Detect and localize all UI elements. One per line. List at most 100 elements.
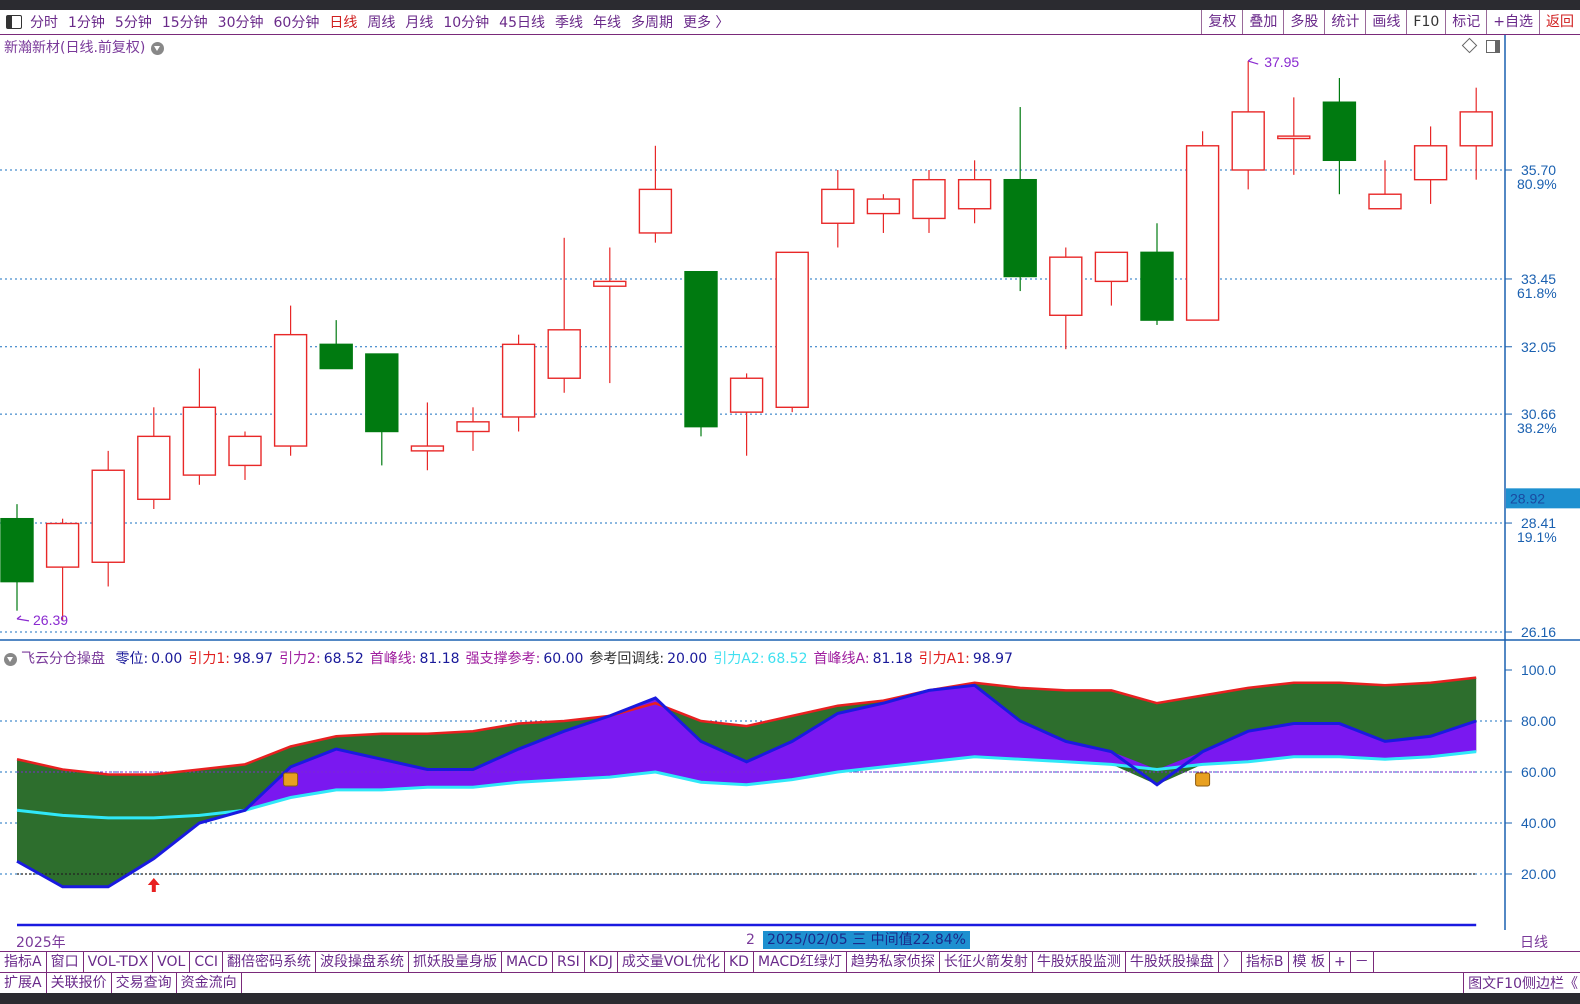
indicator-tab[interactable]: 指标A (0, 952, 47, 972)
candle[interactable] (1459, 87, 1493, 180)
param-value: 81.18 (872, 651, 913, 667)
candle[interactable] (1413, 126, 1448, 204)
candle[interactable] (501, 334, 536, 432)
candle-body-up (182, 406, 217, 476)
candle[interactable] (365, 353, 399, 466)
candle-body-up (775, 251, 809, 408)
indicator-tab[interactable]: 指标B (1242, 952, 1289, 972)
candle[interactable] (1049, 247, 1083, 350)
fib-label: 38.2% (1517, 420, 1557, 436)
candle[interactable] (319, 320, 353, 370)
candle[interactable] (638, 145, 673, 243)
candle[interactable] (1185, 131, 1220, 321)
param-label: 零位: (115, 651, 149, 667)
param-label: 首峰线A: (813, 651, 870, 667)
indicator-tab[interactable]: 窗口 (47, 952, 84, 972)
indicator-tab[interactable]: 长征火箭发射 (940, 952, 1033, 972)
param-value: 68.52 (323, 651, 364, 667)
param-value: 20.00 (667, 651, 708, 667)
candle[interactable] (593, 247, 627, 384)
indicator-tab[interactable]: RSI (553, 952, 585, 972)
candle[interactable] (1140, 223, 1174, 325)
candle[interactable] (684, 270, 718, 437)
indicator-tab[interactable]: + (1330, 952, 1351, 972)
param-label: 强支撑参考: (465, 651, 541, 667)
candle-body-up (866, 198, 901, 215)
indicator-tab[interactable]: MACD (502, 952, 553, 972)
current-price-label: 28.92 (1510, 490, 1545, 506)
candle[interactable] (273, 305, 308, 456)
signal-marker-icon (1195, 772, 1211, 787)
candle-body-up (1185, 145, 1220, 321)
param-label: 引力A2: (713, 651, 765, 667)
candle[interactable] (1231, 61, 1265, 190)
param-value: 98.97 (232, 651, 274, 667)
candle[interactable] (1094, 251, 1129, 306)
candle[interactable] (912, 170, 946, 233)
extension-tab[interactable]: 扩展A (0, 973, 47, 993)
fib-label: 80.9% (1517, 176, 1557, 192)
fib-label: 61.8% (1517, 285, 1557, 301)
candle[interactable] (775, 251, 809, 413)
indicator-tab[interactable]: 成交量VOL优化 (618, 952, 725, 972)
candle[interactable] (821, 170, 855, 248)
param-value: 68.52 (767, 651, 808, 667)
candle-body-down (0, 517, 34, 583)
candle[interactable] (1003, 107, 1037, 292)
extension-tab[interactable]: 交易查询 (112, 973, 177, 993)
candle-body-up (228, 435, 262, 467)
indicator-tab[interactable]: VOL-TDX (84, 952, 154, 972)
year-label: 2025年 (16, 935, 66, 951)
candle[interactable] (1277, 97, 1311, 175)
candle-body-up (501, 343, 536, 418)
candle[interactable] (137, 407, 171, 509)
candle[interactable] (182, 368, 217, 485)
param-value: 60.00 (543, 651, 584, 667)
candle[interactable] (91, 450, 125, 587)
candle[interactable] (866, 194, 901, 233)
indicator-tab[interactable]: VOL (153, 952, 191, 972)
candle-body-up (957, 178, 992, 210)
indicator-tab[interactable]: 牛股妖股监测 (1033, 952, 1126, 972)
candle[interactable] (1368, 160, 1402, 210)
candle-body-up (1413, 145, 1448, 181)
candle-body-up (1277, 135, 1311, 140)
candle[interactable] (547, 237, 581, 393)
candle[interactable] (45, 518, 80, 621)
candle-body-up (137, 435, 171, 501)
indicator-tab[interactable]: 波段操盘系统 (316, 952, 410, 972)
signal-marker-icon (283, 772, 299, 787)
f10-sidebar-toggle[interactable]: 图文F10侧边栏《 (1463, 973, 1578, 993)
indicator-tab[interactable]: KD (725, 952, 754, 972)
candle[interactable] (1322, 77, 1357, 195)
kline-chart[interactable]: 37.9526.39 35.7033.4532.0530.6628.9228.4… (0, 0, 1580, 1004)
candle[interactable] (228, 431, 262, 480)
candle-body-down (1140, 251, 1174, 321)
candle-body-up (729, 377, 764, 413)
indicator-tab[interactable]: 翻倍密码系统 (223, 952, 317, 972)
indicator-tab[interactable]: 趋势私家侦探 (847, 952, 940, 972)
indicator-tab[interactable]: 〉 (1219, 952, 1242, 972)
indicator-tab[interactable]: MACD红绿灯 (754, 952, 847, 972)
extension-tab[interactable]: 关联报价 (47, 973, 112, 993)
indicator-tab[interactable]: KDJ (585, 952, 618, 972)
indicator-axis-label: 80.00 (1521, 713, 1556, 729)
candle-body-up (821, 188, 855, 224)
indicator-tab[interactable]: 抓妖股量身版 (409, 952, 503, 972)
indicator-tab[interactable]: － (1351, 952, 1374, 972)
selected-date-label: 2025/02/05 三 中间值22.84% (763, 931, 970, 949)
candle[interactable] (410, 402, 445, 471)
param-value: 81.18 (419, 651, 460, 667)
indicator-axis-label: 20.00 (1521, 866, 1556, 882)
candle[interactable] (0, 504, 34, 611)
indicator-tab[interactable]: 牛股妖股操盘 (1126, 952, 1219, 972)
param-label: 参考回调线: (589, 651, 665, 667)
param-value: 0.00 (151, 651, 183, 667)
indicator-tab[interactable]: 模 板 (1289, 952, 1330, 972)
cursor-index: 2 (746, 932, 755, 948)
indicator-axis-label: 40.00 (1521, 815, 1556, 831)
extension-tab[interactable]: 资金流向 (177, 973, 242, 993)
chevron-down-icon[interactable] (4, 652, 17, 666)
candle-body-up (1231, 111, 1265, 171)
indicator-tab[interactable]: CCI (190, 952, 224, 972)
